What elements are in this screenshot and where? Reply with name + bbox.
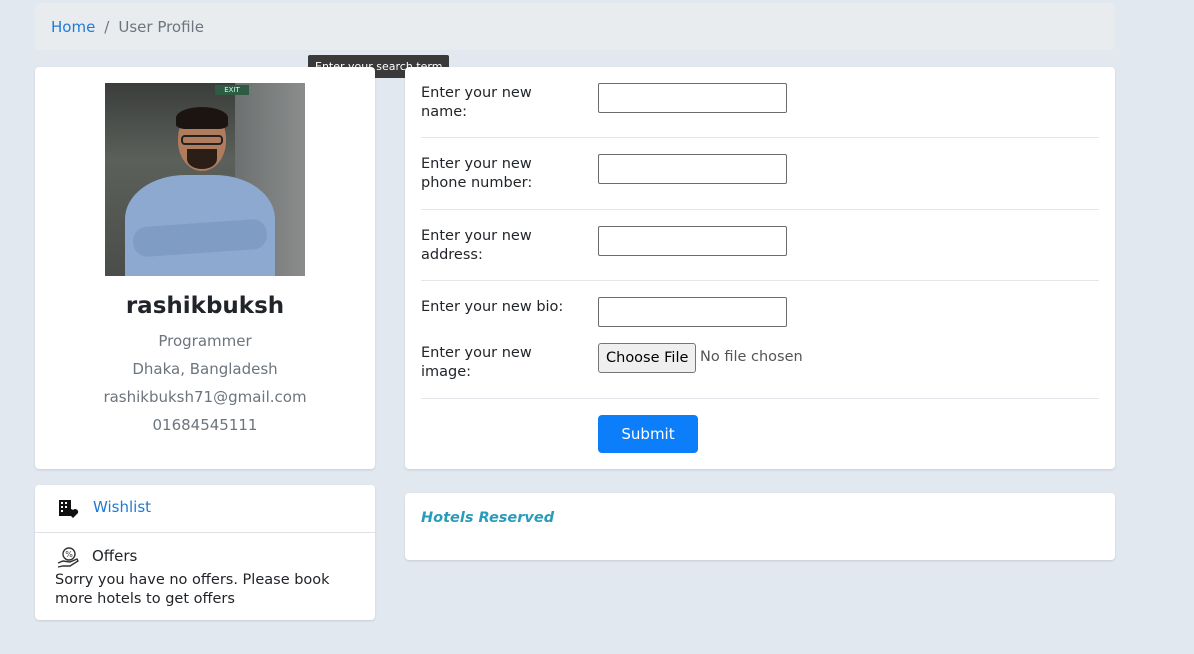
hotels-reserved-title: Hotels Reserved [421, 510, 555, 526]
wishlist-item[interactable]: Wishlist [35, 485, 375, 533]
divider [421, 137, 1099, 138]
profile-phone: 01684545111 [152, 416, 258, 434]
phone-input[interactable] [598, 154, 787, 184]
submit-button[interactable]: Submit [598, 415, 698, 453]
phone-label: Enter your new phone number: [421, 156, 533, 191]
address-input[interactable] [598, 226, 787, 256]
name-input[interactable] [598, 83, 787, 113]
divider [421, 209, 1099, 210]
breadcrumb: Home / User Profile [35, 3, 1115, 50]
address-label: Enter your new address: [421, 228, 532, 263]
file-status: No file chosen [700, 349, 803, 365]
choose-file-button[interactable]: Choose File [598, 343, 697, 373]
bio-label: Enter your new bio: [421, 299, 564, 315]
offer-hand-icon: % [57, 547, 79, 568]
hotels-reserved-card: Hotels Reserved [405, 493, 1115, 560]
bio-input[interactable] [598, 297, 787, 327]
profile-email: rashikbuksh71@gmail.com [103, 388, 307, 406]
divider [421, 280, 1099, 281]
svg-text:%: % [65, 550, 73, 559]
name-label: Enter your new name: [421, 85, 532, 120]
profile-edit-form: Enter your new name: Enter your new phon… [405, 67, 1115, 469]
offers-message: Sorry you have no offers. Please book mo… [55, 572, 330, 607]
profile-username: rashikbuksh [125, 293, 285, 319]
wishlist-label[interactable]: Wishlist [93, 498, 151, 516]
exit-sign: EXIT [215, 85, 249, 95]
sidebar-card: Wishlist % Offers Sorry you have no offe… [35, 485, 375, 620]
profile-card: EXIT rashikbuksh Programmer Dhaka, Bangl… [35, 67, 375, 469]
avatar: EXIT [105, 83, 305, 276]
breadcrumb-current: User Profile [118, 17, 204, 36]
breadcrumb-home-link[interactable]: Home [51, 18, 95, 36]
profile-location: Dhaka, Bangladesh [132, 360, 278, 378]
divider [421, 398, 1099, 399]
image-label: Enter your new image: [421, 345, 532, 380]
profile-role: Programmer [158, 332, 252, 350]
offers-label: Offers [92, 547, 138, 565]
wishlist-icon [59, 500, 79, 518]
breadcrumb-separator: / [104, 17, 110, 36]
